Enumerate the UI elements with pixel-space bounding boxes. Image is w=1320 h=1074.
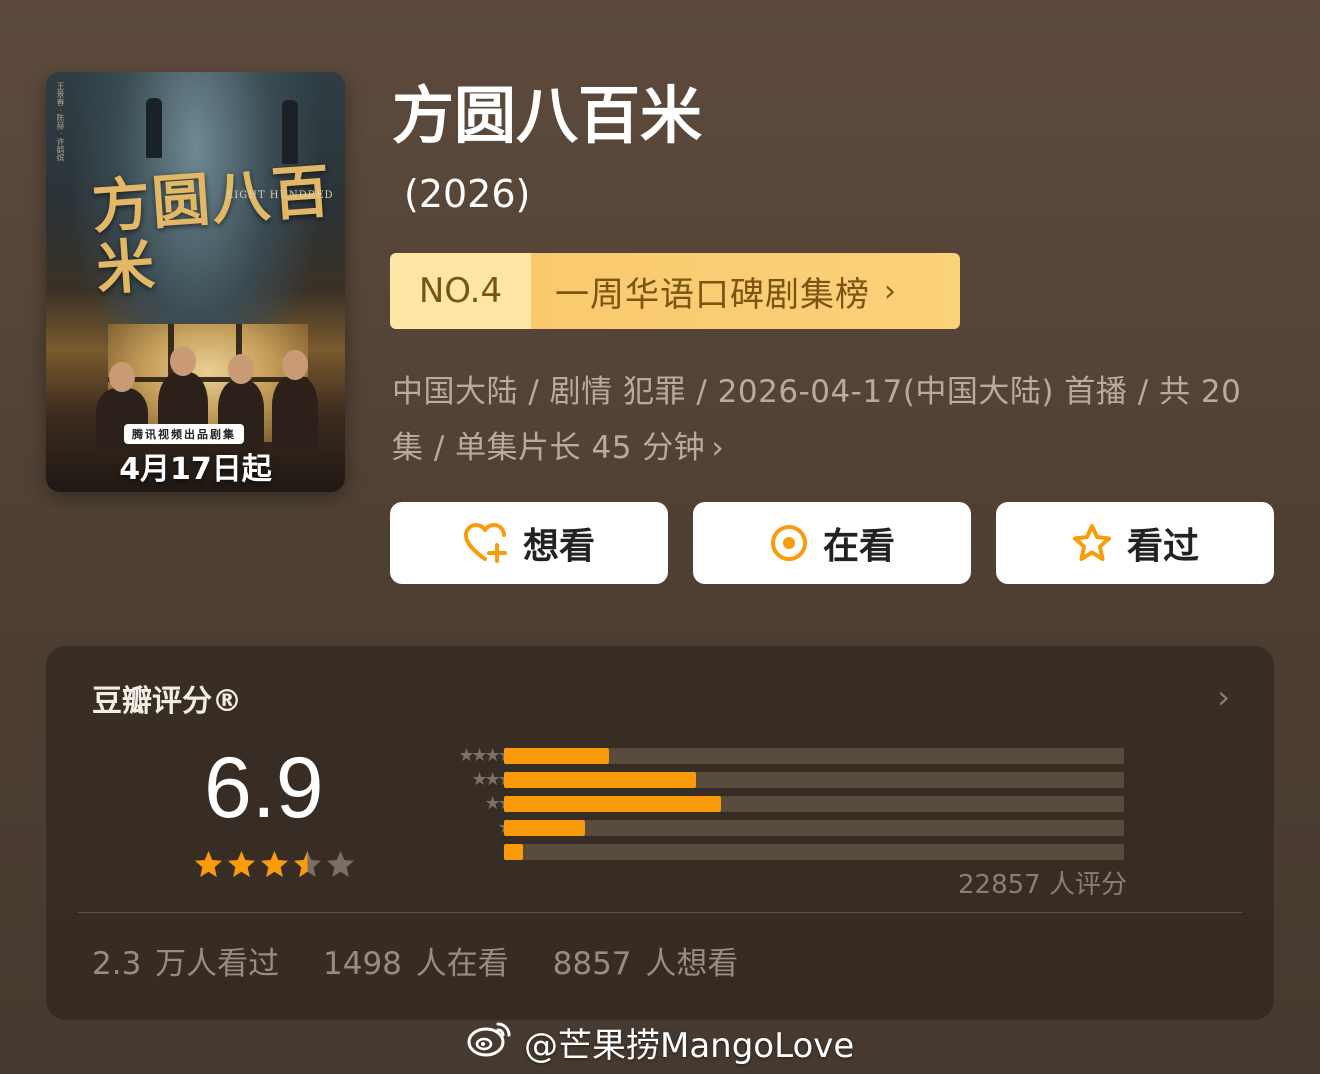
poster-figure-left bbox=[146, 98, 162, 158]
watching-label: 在看 bbox=[822, 526, 895, 567]
star-outline-icon bbox=[1071, 523, 1113, 563]
rating-stars bbox=[194, 850, 355, 878]
score-star-icon bbox=[261, 851, 288, 877]
poster-image[interactable]: 王景春 · 陈赫 · 许鹤缤 方圆八百米 EIGHT HUNDRED 腾讯视频出… bbox=[46, 72, 345, 492]
want-label: 想看 bbox=[522, 526, 595, 567]
rating-row-3-star: ★★★ bbox=[384, 794, 1164, 814]
show-meta-text: 中国大陆 / 剧情 犯罪 / 2026-04-17(中国大陆) 首播 / 共 2… bbox=[392, 374, 1242, 466]
want-to-watch-button[interactable]: 想看 bbox=[390, 502, 668, 584]
score-star-icon bbox=[195, 851, 222, 877]
watermark: @芒果捞MangoLove bbox=[466, 1018, 854, 1067]
rating-row-5-star: ★★★★★ bbox=[384, 746, 1164, 766]
stat-watched: 2.3 万人看过 bbox=[92, 946, 280, 982]
stat-want: 8857 人想看 bbox=[552, 946, 739, 982]
rating-bar-track bbox=[504, 796, 1124, 812]
rank-list: 一周华语口碑剧集榜 › bbox=[531, 253, 960, 329]
heart-plus-icon bbox=[463, 523, 509, 563]
poster-date: 4月17日起 bbox=[119, 452, 272, 487]
poster-subtitle: EIGHT HUNDRED bbox=[226, 190, 334, 201]
rating-bar-fill bbox=[504, 796, 721, 812]
rating-bar-track bbox=[504, 844, 1124, 860]
rating-bar-track bbox=[504, 772, 1124, 788]
rating-bar-fill bbox=[504, 772, 697, 788]
rank-banner[interactable]: NO.4 一周华语口碑剧集榜 › bbox=[390, 253, 960, 329]
rating-row-1-star: ★ bbox=[384, 842, 1164, 862]
score-star-icon bbox=[327, 851, 354, 877]
target-icon bbox=[769, 523, 809, 563]
chevron-right-icon: › bbox=[711, 430, 725, 466]
rating-bar-fill bbox=[504, 820, 585, 836]
show-meta[interactable]: 中国大陆 / 剧情 犯罪 / 2026-04-17(中国大陆) 首播 / 共 2… bbox=[392, 364, 1262, 476]
rating-row-2-star: ★★ bbox=[384, 818, 1164, 838]
rating-row-4-star: ★★★★ bbox=[384, 770, 1164, 790]
rating-card[interactable]: 豆瓣评分® › 6.9 ★★★★★★★★★★★★★★★ 22857 人评分 2.… bbox=[46, 646, 1274, 1020]
poster-badge: 腾讯视频出品剧集 bbox=[124, 424, 244, 444]
chevron-right-icon: › bbox=[884, 273, 897, 309]
rating-bar-fill bbox=[504, 748, 610, 764]
rating-label: 豆瓣评分® bbox=[92, 684, 242, 719]
watermark-text: @芒果捞MangoLove bbox=[524, 1026, 855, 1066]
poster-figure-right bbox=[282, 100, 298, 164]
poster-title: 方圆八百米 bbox=[89, 156, 334, 304]
stat-watching: 1498 人在看 bbox=[323, 946, 509, 982]
show-year: (2026) bbox=[404, 172, 531, 216]
rank-list-label: 一周华语口碑剧集榜 bbox=[555, 274, 870, 315]
watched-button[interactable]: 看过 bbox=[996, 502, 1274, 584]
rating-bar-fill bbox=[504, 844, 523, 860]
rating-count: 22857 人评分 bbox=[958, 870, 1127, 900]
rating-bar-track bbox=[504, 820, 1124, 836]
weibo-icon bbox=[466, 1018, 524, 1067]
watched-label: 看过 bbox=[1126, 526, 1199, 567]
score-star-icon bbox=[294, 851, 321, 877]
show-title: 方圆八百米 bbox=[392, 79, 703, 152]
rating-score: 6.9 bbox=[204, 740, 324, 836]
score-star-icon bbox=[228, 851, 255, 877]
watching-button[interactable]: 在看 bbox=[693, 502, 971, 584]
rank-number: NO.4 bbox=[390, 253, 531, 329]
poster-credits: 王景春 · 陈赫 · 许鹤缤 bbox=[56, 82, 65, 162]
chevron-right-icon[interactable]: › bbox=[1217, 678, 1230, 716]
rating-bar-track bbox=[504, 748, 1124, 764]
watch-stats: 2.3 万人看过 1498 人在看 8857 人想看 bbox=[92, 938, 768, 983]
divider bbox=[78, 912, 1242, 913]
